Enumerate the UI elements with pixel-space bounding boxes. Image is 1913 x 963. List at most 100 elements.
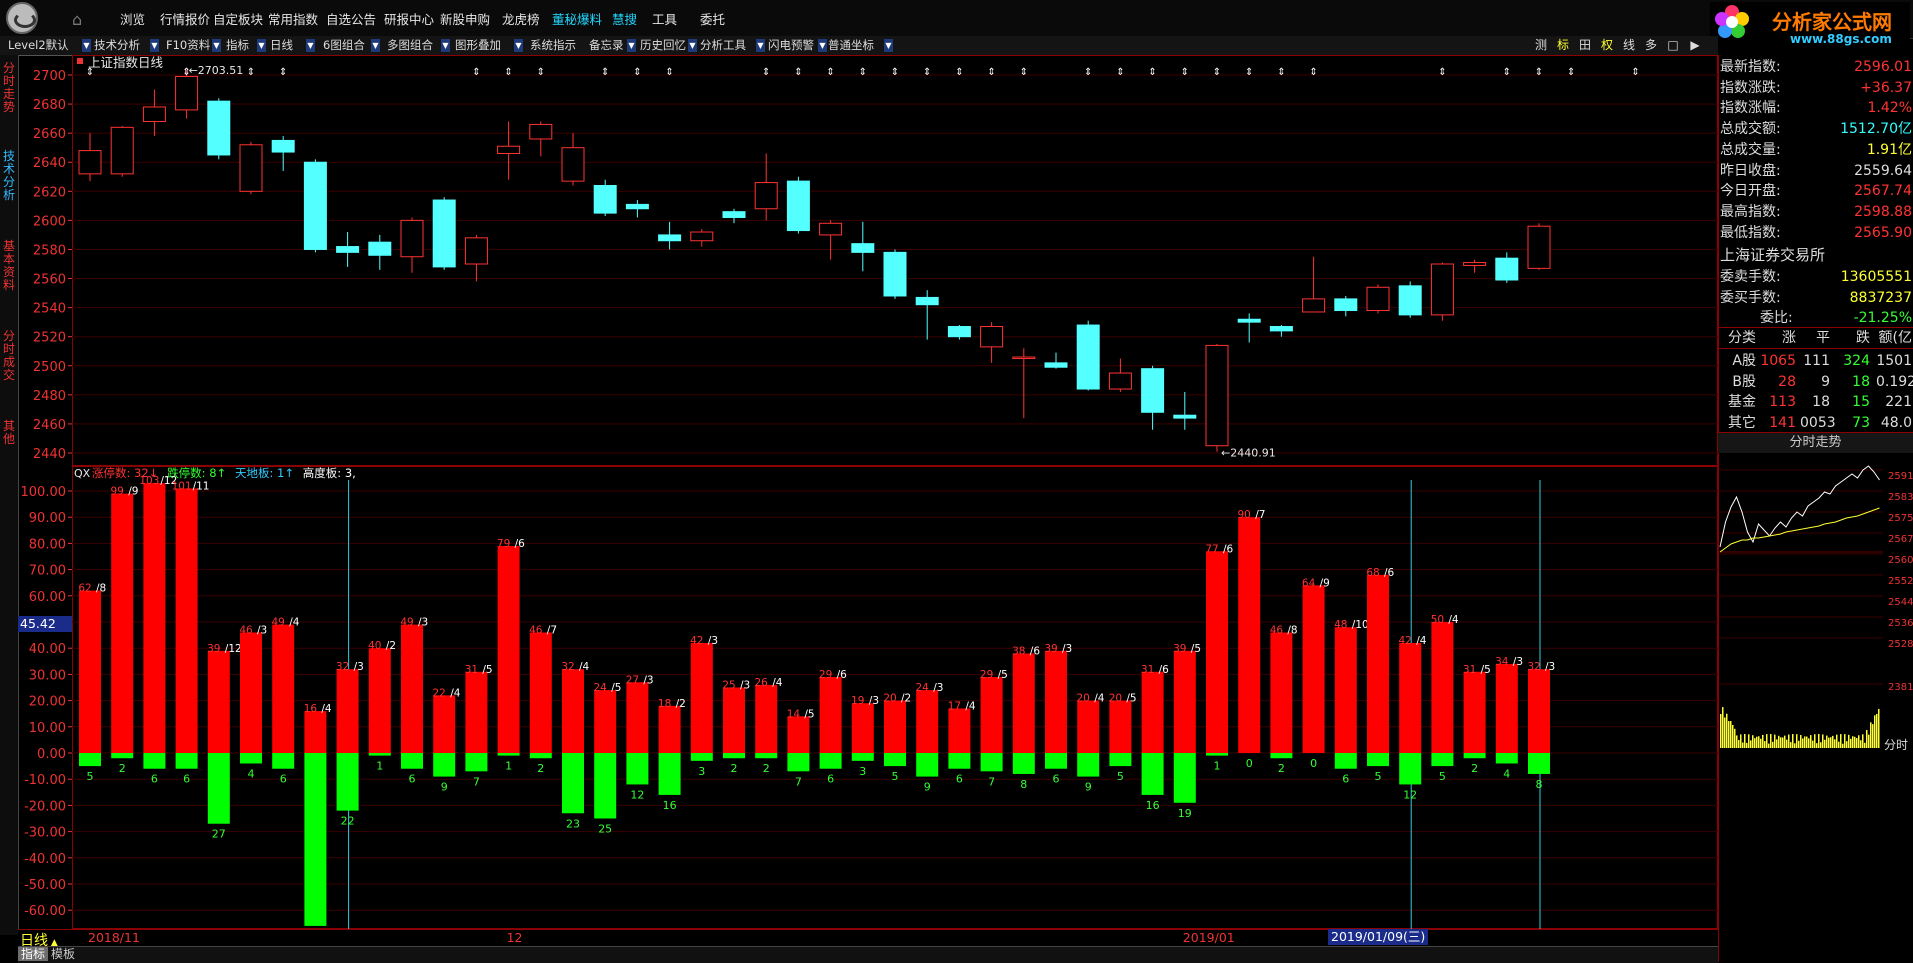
- streak-height-label: /8: [96, 583, 106, 595]
- candle-body: [175, 75, 199, 111]
- mini-volume-bar: [1844, 734, 1846, 748]
- limit-up-count-label: 38: [1012, 645, 1025, 657]
- event-marker-icon: ⇕: [859, 67, 867, 78]
- candle-body: [1302, 298, 1326, 313]
- price-axis-label: 2560: [33, 273, 66, 288]
- limit-up-bar: [175, 488, 198, 753]
- bottom-tab-bar: [18, 946, 1718, 963]
- date-axis: [18, 929, 1718, 946]
- limit-down-bar: [626, 753, 649, 785]
- limit-up-count-label: 32: [1527, 661, 1540, 673]
- quote-value: 2567.74: [1854, 183, 1912, 200]
- limit-down-count-label: 23: [566, 817, 580, 830]
- quote-key: 最高指数:: [1720, 203, 1781, 220]
- classification-header-cell: 平: [1816, 330, 1830, 346]
- limit-up-bar: [980, 677, 1003, 753]
- mini-volume-bar: [1808, 738, 1810, 748]
- limit-up-count-label: 48: [1334, 619, 1347, 631]
- classification-cell: 48.0: [1880, 414, 1912, 431]
- limit-down-count-label: 6: [956, 773, 963, 786]
- event-marker-icon: ⇕: [1213, 67, 1221, 78]
- price-axis-label: 2480: [33, 389, 66, 404]
- quote-key: 总成交额:: [1720, 121, 1781, 138]
- classification-cell: 73: [1852, 414, 1870, 431]
- mini-volume-bar: [1732, 725, 1734, 748]
- event-marker-icon: ⇕: [1277, 67, 1285, 78]
- limit-up-count-label: 24: [594, 682, 608, 694]
- limit-down-bar: [851, 753, 874, 761]
- quote-value: 1.91亿: [1866, 141, 1912, 158]
- candle-body: [1141, 368, 1165, 413]
- bottom-tab[interactable]: 模板: [48, 947, 78, 961]
- mini-volume-bar: [1854, 736, 1856, 748]
- quote-row: 最高指数: 2598.88: [1720, 202, 1912, 222]
- quote-key: 总成交量:: [1720, 141, 1781, 158]
- limit-down-count-label: 2: [119, 762, 126, 775]
- kline-chart[interactable]: 2700268026602640262026002580256025402520…: [0, 0, 1718, 962]
- mini-volume-bar: [1726, 713, 1728, 748]
- streak-height-label: /3: [354, 661, 364, 673]
- candle-body: [947, 326, 971, 338]
- streak-height-label: /4: [1416, 635, 1427, 647]
- classification-cell: 1501: [1876, 353, 1912, 369]
- candle-body: [561, 147, 585, 182]
- limit-up-count-label: 24: [916, 682, 930, 694]
- limit-up-bar: [433, 695, 456, 753]
- limit-up-count-label: 42: [690, 635, 703, 647]
- limit-down-count-label: 1: [505, 760, 512, 773]
- classification-cell: 其它: [1728, 414, 1756, 431]
- indicator-axis-label: 60.00: [29, 590, 66, 605]
- indicator-axis-label: 90.00: [29, 511, 66, 526]
- candle-body: [690, 231, 714, 242]
- limit-up-count-label: 62: [78, 583, 91, 595]
- classification-cell: 18: [1852, 373, 1870, 390]
- candle-body: [464, 237, 488, 265]
- limit-down-bar: [433, 753, 456, 777]
- streak-height-label: /3: [1062, 643, 1072, 655]
- mini-chart-title[interactable]: 分时走势: [1718, 432, 1913, 453]
- streak-height-label: /3: [643, 674, 653, 686]
- price-axis-label: 2540: [33, 302, 66, 317]
- limit-down-bar: [948, 753, 971, 769]
- mini-volume-bar: [1836, 734, 1838, 748]
- price-axis-label: 2700: [33, 69, 66, 84]
- order-row: 委卖手数: 13605551: [1720, 267, 1912, 287]
- streak-height-label: /2: [901, 693, 911, 705]
- streak-height-label: /3: [1513, 656, 1523, 668]
- limit-down-count-label: 3: [698, 765, 705, 778]
- limit-up-bar: [1399, 642, 1422, 753]
- limit-down-bar: [690, 753, 713, 761]
- candle-body: [722, 211, 746, 218]
- limit-up-bar: [723, 687, 745, 753]
- candle-body: [1269, 326, 1293, 332]
- limit-up-bar: [1012, 653, 1035, 753]
- limit-up-count-label: 20: [1077, 693, 1090, 705]
- candle-body: [658, 234, 682, 242]
- event-marker-icon: ⇕: [247, 67, 255, 78]
- mini-volume-bar: [1734, 728, 1736, 748]
- mini-volume-bar: [1794, 743, 1796, 748]
- intraday-mini-chart[interactable]: [1718, 452, 1913, 752]
- mini-volume-bar: [1786, 739, 1788, 748]
- price-axis-label: 2440: [33, 447, 66, 462]
- streak-height-label: /5: [804, 708, 814, 720]
- mini-volume-bar: [1750, 740, 1752, 748]
- limit-up-count-label: 27: [626, 674, 639, 686]
- limit-up-count-label: 22: [433, 687, 446, 699]
- event-marker-icon: ⇕: [1503, 67, 1511, 78]
- limit-down-count-label: 12: [630, 788, 644, 801]
- candle-body: [1012, 356, 1036, 360]
- limit-up-bar: [1367, 574, 1389, 753]
- classification-cell: 141: [1769, 414, 1796, 431]
- limit-up-count-label: 31: [465, 664, 478, 676]
- limit-up-count-label: 68: [1366, 567, 1379, 579]
- mini-chart-footer: 分时: [1884, 738, 1909, 752]
- brand-name: 分析家公式网: [1772, 10, 1892, 34]
- limit-down-bar: [1206, 753, 1228, 756]
- limit-down-bar: [207, 753, 230, 824]
- limit-down-count-label: 6: [827, 773, 834, 786]
- mini-price-line: [1719, 465, 1880, 548]
- bottom-tab[interactable]: 指标: [18, 947, 49, 961]
- mini-volume-bar: [1874, 715, 1876, 748]
- event-marker-icon: ⇕: [472, 67, 480, 78]
